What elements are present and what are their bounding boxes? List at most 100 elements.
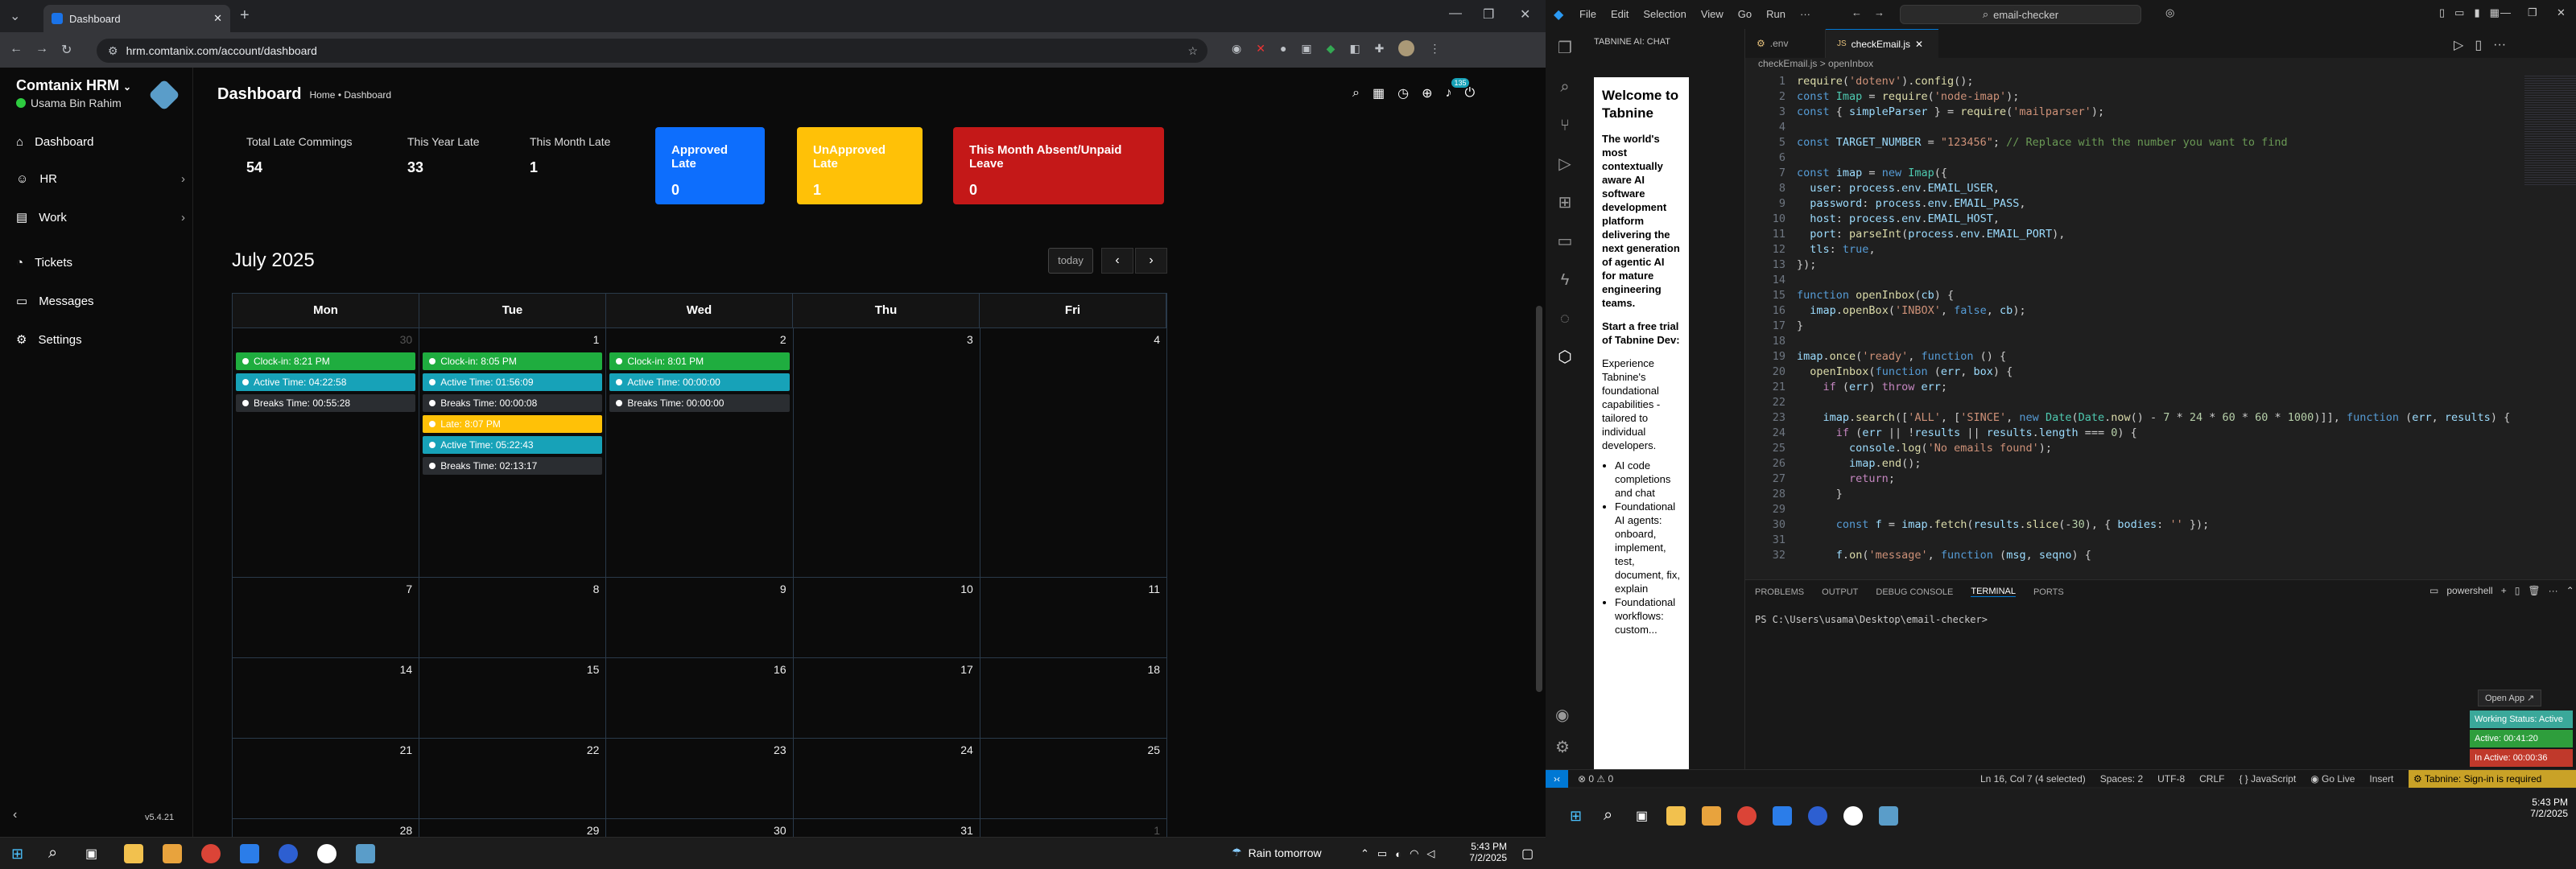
layout-icon[interactable]: ▮ bbox=[2474, 6, 2479, 19]
layout-icon[interactable]: ▯ bbox=[2439, 6, 2445, 19]
indentation[interactable]: Spaces: 2 bbox=[2100, 773, 2143, 785]
terminal-shell-label[interactable]: powershell bbox=[2446, 585, 2492, 596]
menu-go[interactable]: Go bbox=[1738, 8, 1752, 20]
remote-indicator-icon[interactable]: ›‹ bbox=[1546, 770, 1568, 788]
code-line[interactable]: f.on('message', function (msg, seqno) { bbox=[1797, 548, 2091, 563]
run-icon[interactable]: ▷ bbox=[2454, 37, 2463, 53]
code-line[interactable]: function openInbox(cb) { bbox=[1797, 288, 1954, 303]
split-editor-icon[interactable]: ▯ bbox=[2475, 37, 2482, 53]
tab-terminal[interactable]: TERMINAL bbox=[1971, 587, 2016, 597]
close-window-icon[interactable]: ✕ bbox=[2557, 6, 2566, 19]
problems-indicator[interactable]: ⊗ 0 ⚠ 0 bbox=[1578, 773, 1613, 785]
terminal-prompt[interactable]: PS C:\Users\usama\Desktop\email-checker> bbox=[1755, 614, 1988, 625]
go-live-button[interactable]: ◉ Go Live bbox=[2310, 773, 2355, 785]
clock[interactable]: 5:43 PM 7/2/2025 bbox=[1459, 841, 1507, 863]
collapse-sidebar-icon[interactable]: ‹ bbox=[13, 808, 17, 822]
tabnine-icon[interactable]: ⬡ bbox=[1546, 338, 1584, 377]
minimize-icon[interactable]: — bbox=[2500, 6, 2511, 19]
cursor-position[interactable]: Ln 16, Col 7 (4 selected) bbox=[1980, 773, 2086, 785]
calendar-day[interactable]: 21 bbox=[233, 739, 420, 818]
calendar-event[interactable]: Breaks Time: 00:00:08 bbox=[423, 394, 603, 412]
notes-icon[interactable]: ▦ bbox=[1373, 85, 1385, 101]
explorer-icon[interactable]: ❐ bbox=[1546, 29, 1584, 68]
extension-icon[interactable]: ● bbox=[1280, 42, 1286, 55]
copilot-icon[interactable]: ◎ bbox=[2165, 6, 2174, 19]
calendar-day[interactable]: 30 Clock-in: 8:21 PM Active Time: 04:22:… bbox=[233, 328, 420, 577]
tab-checkemail[interactable]: JS checkEmail.js ✕ bbox=[1826, 29, 1938, 58]
vscode-icon[interactable] bbox=[240, 844, 259, 863]
more-icon[interactable]: ··· bbox=[2549, 585, 2558, 596]
calendar-day[interactable]: 8 bbox=[419, 578, 607, 657]
code-line[interactable]: }); bbox=[1797, 257, 1816, 273]
menu-run[interactable]: Run bbox=[1766, 8, 1785, 20]
code-line[interactable]: const { simpleParser } = require('mailpa… bbox=[1797, 105, 2104, 120]
line-ending[interactable]: CRLF bbox=[2199, 773, 2224, 785]
editor-breadcrumb[interactable]: checkEmail.js > openInbox bbox=[1758, 58, 1873, 69]
chrome-icon[interactable] bbox=[1737, 806, 1757, 826]
address-bar[interactable]: ⚙ hrm.comtanix.com/account/dashboard ☆ bbox=[97, 39, 1208, 63]
calendar-event[interactable]: Active Time: 01:56:09 bbox=[423, 373, 603, 391]
minimap[interactable] bbox=[2524, 74, 2576, 187]
calendar-day[interactable]: 10 bbox=[794, 578, 980, 657]
calendar-day[interactable]: 11 bbox=[980, 578, 1166, 657]
weather-widget[interactable]: ☂ Rain tomorrow bbox=[1232, 846, 1322, 859]
new-tab-icon[interactable]: + bbox=[240, 6, 250, 25]
page-scrollbar[interactable] bbox=[1536, 306, 1542, 692]
code-line[interactable]: if (err) throw err; bbox=[1797, 380, 1948, 395]
calendar-day[interactable]: 18 bbox=[980, 658, 1166, 738]
hrm-app-icon[interactable] bbox=[1879, 806, 1898, 826]
notification-icon[interactable]: ▢ bbox=[1521, 846, 1534, 862]
profile-avatar[interactable] bbox=[1398, 40, 1415, 56]
calendar-event[interactable]: Active Time: 00:00:00 bbox=[609, 373, 790, 391]
tab-search-icon[interactable]: ⌄ bbox=[10, 8, 20, 24]
sidebar-item-dashboard[interactable]: ⌂ Dashboard bbox=[16, 129, 185, 154]
calendar-day[interactable]: 15 bbox=[419, 658, 607, 738]
account-icon[interactable]: ◉ bbox=[1555, 705, 1569, 725]
trash-icon[interactable]: 🗑 bbox=[2528, 585, 2540, 596]
layout-icon[interactable]: ▦ bbox=[2490, 6, 2500, 19]
reload-icon[interactable]: ↻ bbox=[61, 42, 72, 58]
site-info-icon[interactable]: ⚙ bbox=[108, 44, 118, 58]
extension-icon[interactable]: ◧ bbox=[1349, 42, 1360, 56]
puzzle-icon[interactable]: ✚ bbox=[1375, 42, 1385, 56]
clock[interactable]: 5:43 PM 7/2/2025 bbox=[2512, 797, 2568, 819]
calendar-day[interactable]: 9 bbox=[606, 578, 794, 657]
calendar-day[interactable]: 17 bbox=[794, 658, 980, 738]
tab-problems[interactable]: PROBLEMS bbox=[1755, 587, 1804, 597]
file-explorer-icon[interactable] bbox=[1666, 806, 1686, 826]
app-icon[interactable] bbox=[317, 844, 336, 863]
sidebar-item-hr[interactable]: ☺ HR › bbox=[16, 166, 185, 192]
prev-month-button[interactable]: ‹ bbox=[1101, 248, 1133, 274]
back-icon[interactable]: ← bbox=[10, 42, 23, 56]
minimize-icon[interactable]: — bbox=[1449, 6, 1462, 21]
chat-icon[interactable]: ◌ bbox=[1546, 299, 1584, 338]
task-view-icon[interactable]: ▣ bbox=[85, 846, 97, 862]
calendar-day[interactable]: 22 bbox=[419, 739, 607, 818]
extension-icon[interactable]: ✕ bbox=[1256, 42, 1265, 56]
calendar-event[interactable]: Clock-in: 8:01 PM bbox=[609, 352, 790, 370]
split-icon[interactable]: ▯ bbox=[2515, 585, 2520, 596]
calendar-day[interactable]: 25 bbox=[980, 739, 1166, 818]
open-app-button[interactable]: Open App ↗ bbox=[2478, 690, 2542, 706]
hrm-app-icon[interactable] bbox=[356, 844, 375, 863]
unapproved-late-card[interactable]: UnApproved Late 1 bbox=[797, 127, 923, 204]
windows-start-icon[interactable]: ⊞ bbox=[11, 846, 23, 863]
calendar-event[interactable]: Clock-in: 8:21 PM bbox=[236, 352, 416, 370]
vscode-icon[interactable] bbox=[1773, 806, 1792, 826]
power-icon[interactable]: ⏻ bbox=[1464, 86, 1475, 101]
close-window-icon[interactable]: ✕ bbox=[1520, 6, 1530, 23]
chevron-up-icon[interactable]: ⌃ bbox=[1360, 847, 1369, 860]
maximize-panel-icon[interactable]: ⌃ bbox=[2566, 585, 2574, 596]
extension-icon[interactable]: ◆ bbox=[1327, 42, 1335, 56]
next-month-button[interactable]: › bbox=[1135, 248, 1167, 274]
extension-icon[interactable]: ▣ bbox=[1301, 42, 1311, 56]
forward-icon[interactable]: → bbox=[1874, 6, 1885, 19]
app-icon[interactable] bbox=[1843, 806, 1863, 826]
calendar-day[interactable]: 4 bbox=[980, 328, 1166, 577]
code-line[interactable]: require('dotenv').config(); bbox=[1797, 74, 1974, 89]
code-line[interactable]: const f = imap.fetch(results.slice(-30),… bbox=[1797, 517, 2209, 533]
calendar-day[interactable]: 14 bbox=[233, 658, 420, 738]
calendar-event[interactable]: Active Time: 05:22:43 bbox=[423, 436, 603, 454]
calendar-day[interactable]: 1 Clock-in: 8:05 PM Active Time: 01:56:0… bbox=[419, 328, 607, 577]
search-icon[interactable]: ⌕ bbox=[48, 844, 57, 863]
